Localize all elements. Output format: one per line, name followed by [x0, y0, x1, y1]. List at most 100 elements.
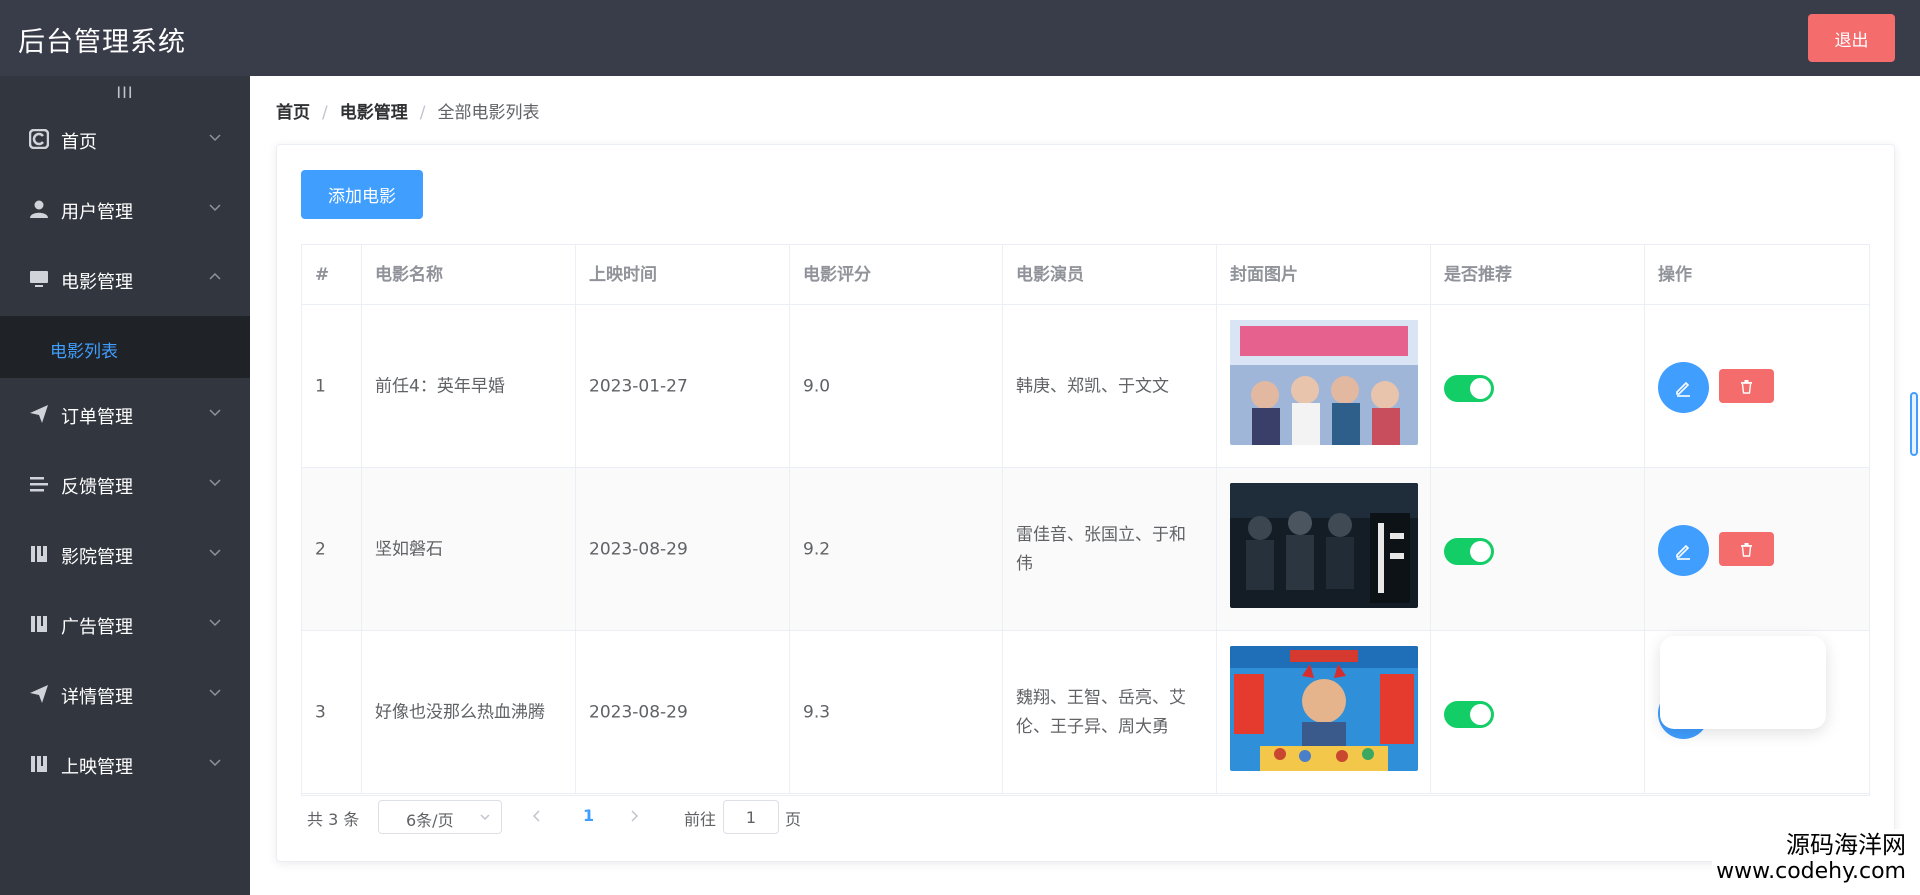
cell-date: 2023-01-27: [576, 305, 790, 468]
app-title: 后台管理系统: [18, 27, 186, 58]
sidebar-subitem-movie-list[interactable]: 电影列表: [0, 316, 250, 378]
recommend-toggle[interactable]: [1444, 375, 1494, 402]
edit-button[interactable]: [1658, 525, 1709, 576]
recommend-toggle[interactable]: [1444, 538, 1494, 565]
table-row: 1 前任4：英年早婚 2023-01-27 9.0 韩庚、郑凯、于文文: [302, 305, 1869, 468]
pagination-total: 共 3 条: [307, 810, 360, 829]
sidebar: III 首页 用户管理 电影管理 电影列表 订单管理 反馈管理 影院管理 广告管…: [0, 76, 250, 895]
chevron-left-icon: [532, 810, 540, 822]
cell-score: 9.3: [790, 631, 1003, 794]
page-size-value: 6条/页: [406, 811, 454, 830]
chevron-down-icon: [208, 685, 222, 699]
cell-score: 9.2: [790, 468, 1003, 631]
toggle-knob: [1470, 541, 1491, 562]
column-header: 电影演员: [1003, 245, 1217, 305]
edit-button[interactable]: [1658, 362, 1709, 413]
book-icon: [29, 544, 49, 564]
breadcrumb-home[interactable]: 首页: [276, 98, 310, 123]
sidebar-item-screenings[interactable]: 上映管理: [0, 736, 250, 792]
sidebar-item-label: 影院管理: [61, 547, 133, 568]
cell-name: 好像也没那么热血沸腾: [362, 631, 576, 794]
scrollbar-thumb[interactable]: [1910, 392, 1918, 456]
sidebar-item-orders[interactable]: 订单管理: [0, 386, 250, 442]
user-icon: [29, 199, 49, 219]
chevron-down-icon: [208, 615, 222, 629]
page-suffix-label: 页: [785, 810, 802, 829]
cell-cover: [1217, 468, 1431, 631]
pencil-icon: [1676, 381, 1690, 397]
breadcrumb-section[interactable]: 电影管理: [340, 98, 408, 123]
paper-plane-icon: [29, 684, 49, 704]
column-header: 上映时间: [576, 245, 790, 305]
sidebar-item-label: 详情管理: [61, 687, 133, 708]
sidebar-item-ads[interactable]: 广告管理: [0, 596, 250, 652]
sidebar-item-label: 广告管理: [61, 617, 133, 638]
movie-table: # 电影名称 上映时间 电影评分 电影演员 封面图片 是否推荐 操作 1 前任4…: [301, 244, 1870, 796]
chevron-up-icon: [208, 270, 222, 284]
column-header: 是否推荐: [1431, 245, 1645, 305]
cell-actors: 雷佳音、张国立、于和伟: [1003, 468, 1217, 631]
goto-page-input[interactable]: [723, 800, 779, 834]
add-movie-button[interactable]: 添加电影: [301, 170, 423, 219]
pagination: 共 3 条 6条/页 1 前往 页: [307, 800, 927, 834]
sidebar-item-label: 反馈管理: [61, 477, 133, 498]
sidebar-item-details[interactable]: 详情管理: [0, 666, 250, 722]
top-header: 后台管理系统 退出: [0, 0, 1920, 76]
column-header: #: [302, 245, 362, 305]
monitor-icon: [29, 269, 49, 289]
cell-actors: 韩庚、郑凯、于文文: [1003, 305, 1217, 468]
watermark-line1: 源码海洋网: [1786, 831, 1906, 859]
chevron-down-icon: [479, 811, 491, 823]
collapse-toggle-icon[interactable]: III: [114, 82, 136, 104]
logout-button[interactable]: 退出: [1808, 14, 1895, 62]
chevron-down-icon: [208, 475, 222, 489]
cell-index: 2: [302, 468, 362, 631]
recommend-toggle[interactable]: [1444, 701, 1494, 728]
sidebar-item-feedback[interactable]: 反馈管理: [0, 456, 250, 512]
trash-icon: [1741, 543, 1752, 557]
breadcrumb-current: 全部电影列表: [437, 103, 540, 123]
table-row: 3 好像也没那么热血沸腾 2023-08-29 9.3 魏翔、王智、岳亮、艾伦、…: [302, 631, 1869, 794]
page-number-button[interactable]: 1: [583, 806, 594, 825]
cell-recommend: [1431, 305, 1645, 468]
sidebar-item-movies[interactable]: 电影管理: [0, 251, 250, 307]
cell-actions: [1645, 468, 1869, 631]
cell-name: 前任4：英年早婚: [362, 305, 576, 468]
next-page-button[interactable]: [627, 808, 641, 824]
pencil-icon: [1676, 544, 1690, 560]
cell-recommend: [1431, 631, 1645, 794]
cell-actors: 魏翔、王智、岳亮、艾伦、王子异、周大勇: [1003, 631, 1217, 794]
cell-index: 3: [302, 631, 362, 794]
breadcrumb: 首页 / 电影管理 / 全部电影列表: [276, 98, 539, 123]
movie-poster-image: [1230, 320, 1418, 445]
cell-cover: [1217, 305, 1431, 468]
movie-poster-image: [1230, 646, 1418, 771]
chevron-down-icon: [208, 405, 222, 419]
column-header: 电影名称: [362, 245, 576, 305]
sidebar-subitem-label: 电影列表: [50, 342, 118, 362]
page-size-select[interactable]: 6条/页: [378, 800, 502, 834]
watermark: 源码海洋网 www.codehy.com: [1712, 829, 1910, 887]
book-icon: [29, 614, 49, 634]
goto-label: 前往: [684, 810, 717, 829]
sidebar-item-cinemas[interactable]: 影院管理: [0, 526, 250, 582]
sidebar-item-label: 上映管理: [61, 757, 133, 778]
breadcrumb-separator: /: [322, 103, 328, 123]
table-row: 2 坚如磐石 2023-08-29 9.2 雷佳音、张国立、于和伟: [302, 468, 1869, 631]
column-header: 电影评分: [790, 245, 1003, 305]
table-header: # 电影名称 上映时间 电影评分 电影演员 封面图片 是否推荐 操作: [302, 245, 1869, 305]
sidebar-item-users[interactable]: 用户管理: [0, 181, 250, 237]
sidebar-item-label: 首页: [61, 132, 97, 153]
cell-date: 2023-08-29: [576, 631, 790, 794]
floating-overlay-card: [1660, 636, 1826, 729]
sidebar-item-label: 电影管理: [61, 272, 133, 293]
cell-index: 1: [302, 305, 362, 468]
delete-button[interactable]: [1719, 369, 1774, 403]
cell-recommend: [1431, 468, 1645, 631]
delete-button[interactable]: [1719, 532, 1774, 566]
sidebar-item-home[interactable]: 首页: [0, 111, 250, 167]
prev-page-button[interactable]: [530, 808, 544, 824]
cell-name: 坚如磐石: [362, 468, 576, 631]
column-header: 封面图片: [1217, 245, 1431, 305]
chevron-down-icon: [208, 130, 222, 144]
